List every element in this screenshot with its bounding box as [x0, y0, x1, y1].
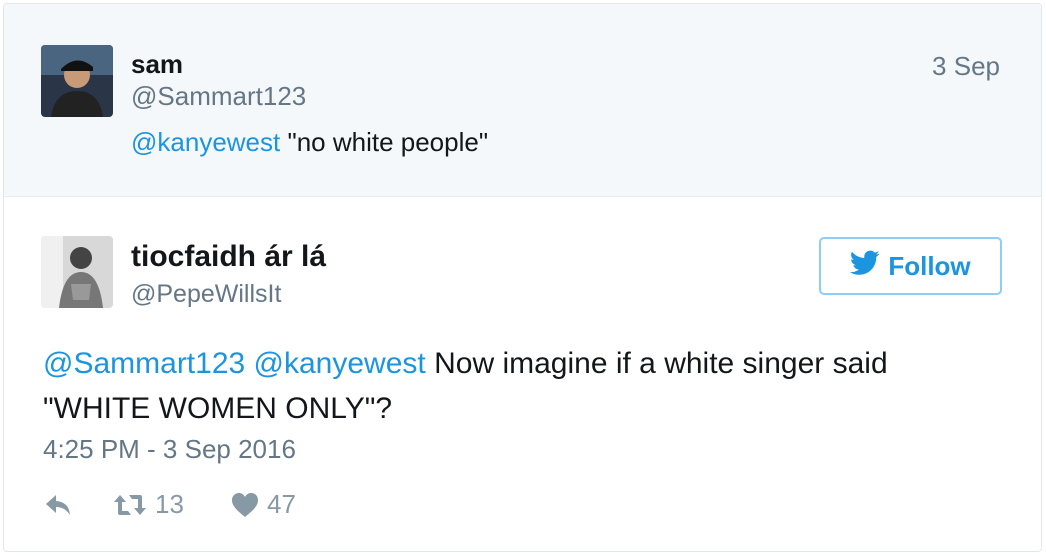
reply-button[interactable] — [43, 492, 113, 518]
author-name[interactable]: tiocfaidh ár lá — [131, 240, 326, 274]
author-handle[interactable]: @PepeWillsIt — [131, 280, 281, 309]
author-name[interactable]: sam — [131, 49, 183, 80]
tweet-card: sam @Sammart123 3 Sep @kanyewest "no whi… — [3, 3, 1042, 552]
reply-icon — [43, 492, 73, 518]
tweet-body: "no white people" — [287, 127, 489, 157]
mention-link[interactable]: @kanyewest — [254, 347, 426, 380]
tweet-date[interactable]: 3 Sep — [932, 51, 1000, 82]
author-handle[interactable]: @Sammart123 — [131, 81, 306, 112]
tweet-text: @Sammart123 @kanyewest Now imagine if a … — [43, 341, 993, 431]
like-button[interactable]: 47 — [231, 489, 296, 520]
parent-tweet[interactable]: sam @Sammart123 3 Sep @kanyewest "no whi… — [4, 4, 1041, 197]
follow-label: Follow — [888, 250, 971, 281]
retweet-button[interactable]: 13 — [113, 489, 231, 520]
bird-icon — [850, 250, 880, 283]
avatar[interactable] — [41, 45, 113, 117]
avatar[interactable] — [41, 236, 113, 308]
follow-button[interactable]: Follow — [819, 237, 1002, 295]
heart-icon — [231, 492, 259, 518]
mention-link[interactable]: @Sammart123 — [43, 347, 245, 380]
retweet-count: 13 — [155, 489, 184, 519]
tweet-timestamp[interactable]: 4:25 PM - 3 Sep 2016 — [43, 434, 296, 465]
tweet-text: @kanyewest "no white people" — [131, 127, 488, 158]
tweet-actions: 13 47 — [43, 489, 296, 520]
mention-link[interactable]: @kanyewest — [131, 127, 280, 157]
retweet-icon — [113, 493, 147, 517]
like-count: 47 — [267, 489, 296, 519]
